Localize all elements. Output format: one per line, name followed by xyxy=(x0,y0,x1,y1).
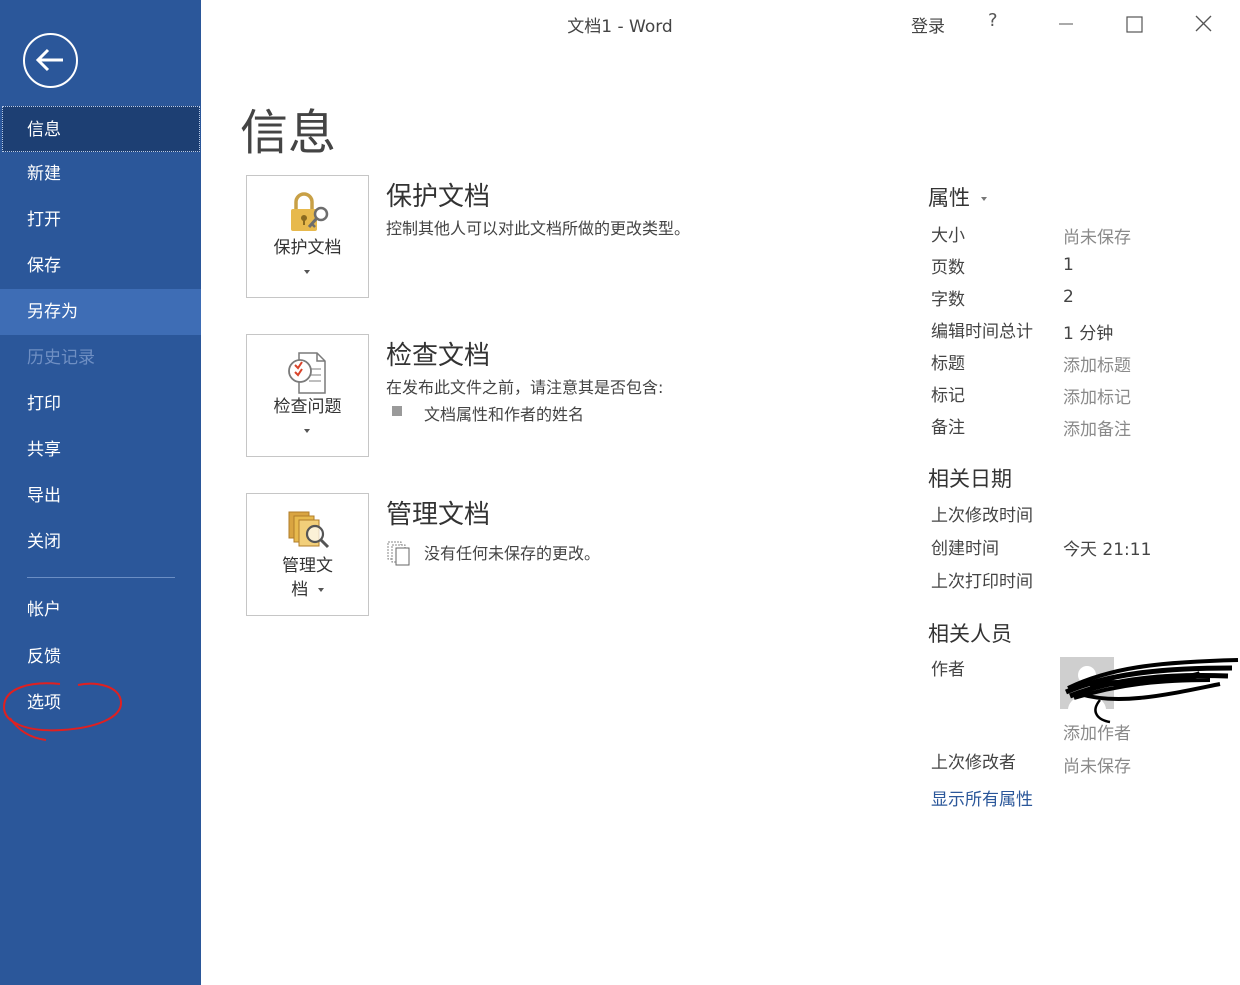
minimize-icon[interactable] xyxy=(1051,9,1081,39)
login-link[interactable]: 登录 xyxy=(911,12,945,37)
nav-save-as[interactable]: 另存为 xyxy=(0,289,201,335)
nav-open[interactable]: 打开 xyxy=(0,197,201,243)
properties-heading-text: 属性 xyxy=(928,186,970,210)
prop-comments-input[interactable]: 添加备注 xyxy=(1063,415,1131,440)
manage-versions-icon xyxy=(285,506,331,552)
prop-title-input[interactable]: 添加标题 xyxy=(1063,351,1131,376)
related-dates-heading: 相关日期 xyxy=(928,467,1012,491)
protect-tile-label: 保护文档 xyxy=(273,238,342,258)
backstage-sidebar: 信息 新建 打开 保存 另存为 历史记录 打印 共享 导出 关闭 帐户 反馈 选… xyxy=(0,0,201,985)
add-author-link[interactable]: 添加作者 xyxy=(1063,719,1131,744)
inspect-title: 检查文档 xyxy=(386,341,491,371)
prop-size-label: 大小 xyxy=(931,226,965,246)
chevron-down-icon xyxy=(317,588,324,592)
inspect-document-icon xyxy=(285,349,331,395)
related-people-heading: 相关人员 xyxy=(928,622,1012,646)
nav-account[interactable]: 帐户 xyxy=(0,587,201,633)
created-label: 创建时间 xyxy=(931,539,999,559)
protect-document-button[interactable]: 保护文档 xyxy=(246,175,369,298)
last-printed-label: 上次打印时间 xyxy=(931,572,1033,592)
inspect-description: 在发布此文件之前，请注意其是否包含: xyxy=(386,378,664,397)
prop-edit-time-label: 编辑时间总计 xyxy=(931,322,1033,342)
nav-feedback[interactable]: 反馈 xyxy=(0,634,201,680)
nav-share[interactable]: 共享 xyxy=(0,427,201,473)
last-modified-by-value: 尚未保存 xyxy=(1063,757,1131,777)
back-arrow-icon[interactable] xyxy=(23,33,78,88)
chevron-down-icon xyxy=(980,197,987,201)
prop-comments-label: 备注 xyxy=(931,418,965,438)
avatar xyxy=(1060,657,1114,709)
created-value: 今天 21:11 xyxy=(1063,540,1152,560)
document-versions-icon xyxy=(386,540,412,570)
prop-edit-time-value: 1 分钟 xyxy=(1063,324,1114,344)
help-icon[interactable]: ? xyxy=(988,10,998,31)
maximize-icon[interactable] xyxy=(1119,9,1149,39)
nav-options[interactable]: 选项 xyxy=(0,680,201,726)
nav-export[interactable]: 导出 xyxy=(0,473,201,519)
manage-tile-label-line1: 管理文 xyxy=(282,556,333,576)
prop-size-value: 尚未保存 xyxy=(1063,228,1131,248)
manage-tile-label-line2: 档 xyxy=(247,579,368,602)
page-title: 信息 xyxy=(240,105,337,161)
close-icon[interactable] xyxy=(1188,9,1218,39)
nav-print[interactable]: 打印 xyxy=(0,381,201,427)
manage-description: 没有任何未保存的更改。 xyxy=(424,544,601,563)
last-modified-by-label: 上次修改者 xyxy=(931,753,1016,773)
properties-heading[interactable]: 属性 xyxy=(928,182,987,212)
manage-title: 管理文档 xyxy=(386,500,491,530)
prop-words-value: 2 xyxy=(1063,287,1074,307)
protect-title: 保护文档 xyxy=(386,182,491,212)
nav-info[interactable]: 信息 xyxy=(2,106,200,152)
protect-description: 控制其他人可以对此文档所做的更改类型。 xyxy=(386,219,691,238)
show-all-properties-link[interactable]: 显示所有属性 xyxy=(931,785,1033,810)
nav-save[interactable]: 保存 xyxy=(0,243,201,289)
nav-history: 历史记录 xyxy=(27,348,95,368)
nav-divider xyxy=(27,577,175,578)
prop-pages-value: 1 xyxy=(1063,255,1074,275)
check-issues-tile-label: 检查问题 xyxy=(273,397,342,417)
chevron-down-icon xyxy=(304,429,310,433)
prop-tags-label: 标记 xyxy=(931,386,965,406)
chevron-down-icon xyxy=(304,270,310,274)
prop-words-label: 字数 xyxy=(931,290,965,310)
inspect-bullet-text: 文档属性和作者的姓名 xyxy=(424,405,585,424)
prop-tags-input[interactable]: 添加标记 xyxy=(1063,383,1131,408)
nav-close[interactable]: 关闭 xyxy=(0,519,201,565)
prop-pages-label: 页数 xyxy=(931,258,965,278)
last-modified-label: 上次修改时间 xyxy=(931,506,1033,526)
nav-new[interactable]: 新建 xyxy=(0,151,201,197)
window-title: 文档1 - Word xyxy=(567,17,673,37)
bullet-square xyxy=(392,406,402,416)
lock-key-icon xyxy=(285,190,331,236)
prop-title-label: 标题 xyxy=(931,354,965,374)
check-issues-button[interactable]: 检查问题 xyxy=(246,334,369,457)
author-label: 作者 xyxy=(931,660,965,680)
manage-document-button[interactable]: 管理文 档 xyxy=(246,493,369,616)
manage-tile-label-text: 档 xyxy=(291,580,309,600)
